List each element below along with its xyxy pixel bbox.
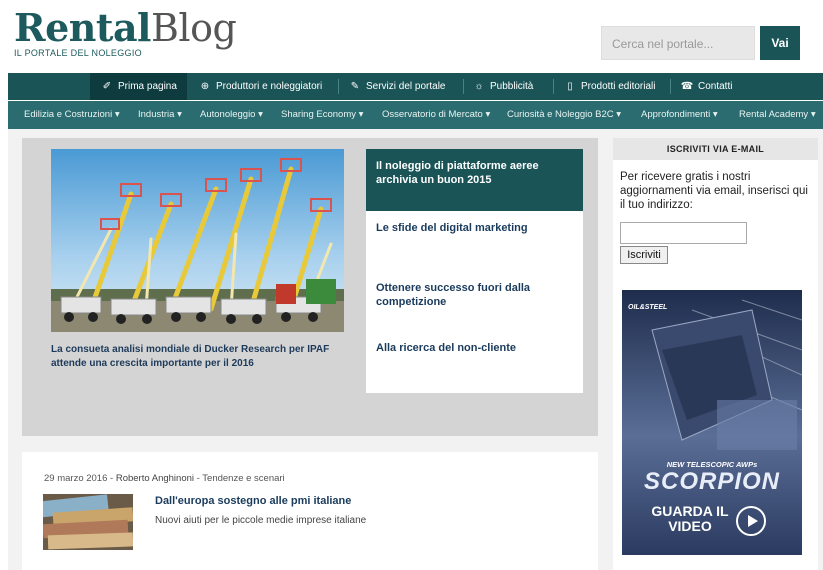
- featured-headline[interactable]: Alla ricerca del non-cliente: [376, 341, 576, 355]
- featured-headline-active[interactable]: Il noleggio di piattaforme aeree archivi…: [366, 149, 583, 211]
- featured-headline[interactable]: Ottenere successo fuori dalla competizio…: [376, 281, 576, 309]
- subnav-item-curiosita[interactable]: Curiosità e Noleggio B2C ▾: [507, 101, 621, 129]
- featured-headline[interactable]: Le sfide del digital marketing: [376, 221, 576, 235]
- nav-label: Pubblicità: [490, 81, 534, 92]
- ad-product-name: SCORPION: [643, 468, 780, 495]
- featured-caption[interactable]: La consueta analisi mondiale di Ducker R…: [51, 343, 351, 371]
- nav-label: Servizi del portale: [366, 81, 446, 92]
- nav-divider: [338, 79, 339, 94]
- ad-cta-text[interactable]: GUARDA IL VIDEO: [650, 504, 730, 534]
- email-field[interactable]: [620, 222, 747, 244]
- post-meta: 29 marzo 2016 - Roberto Anghinoni - Tend…: [44, 473, 285, 484]
- nav-item-prima-pagina[interactable]: ✐ Prima pagina: [90, 73, 187, 100]
- wrench-icon: ✎: [350, 81, 360, 92]
- nav-item-prodotti[interactable]: ▯ Prodotti editoriali: [563, 73, 655, 100]
- phone-icon: ☎: [680, 81, 694, 92]
- logo-light-text: Blog: [151, 6, 237, 50]
- subnav-item-rental-academy[interactable]: Rental Academy ▾: [739, 101, 816, 129]
- nav-label: Prodotti editoriali: [581, 81, 656, 92]
- nav-label: Produttori e noleggiatori: [216, 81, 323, 92]
- book-icon: ▯: [567, 81, 573, 92]
- featured-headline-list: Il noleggio di piattaforme aeree archivi…: [366, 149, 583, 393]
- post-thumbnail[interactable]: [43, 494, 133, 550]
- nav-divider: [670, 79, 671, 94]
- nav-item-pubblicita[interactable]: ☼ Pubblicità: [472, 73, 533, 100]
- nav-divider: [553, 79, 554, 94]
- subnav-item-osservatorio[interactable]: Osservatorio di Mercato ▾: [382, 101, 490, 129]
- nav-item-produttori[interactable]: ⊕ Produttori e noleggiatori: [198, 73, 322, 100]
- play-icon[interactable]: [736, 506, 766, 536]
- globe-icon: ⊕: [200, 81, 210, 92]
- subnav-item-edilizia[interactable]: Edilizia e Costruzioni ▾: [24, 101, 120, 129]
- subscribe-text: Per ricevere gratis i nostri aggiornamen…: [620, 171, 808, 211]
- broadcast-icon: ☼: [474, 81, 484, 92]
- post-date: 29 marzo 2016: [44, 473, 108, 484]
- subnav-item-industria[interactable]: Industria ▾: [138, 101, 182, 129]
- post-subtitle: Nuovi aiuti per le piccole medie imprese…: [155, 515, 367, 526]
- subnav-item-approfondimenti[interactable]: Approfondimenti ▾: [641, 101, 718, 129]
- search-input[interactable]: Cerca nel portale...: [601, 26, 755, 60]
- post-category[interactable]: Tendenze e scenari: [202, 473, 284, 484]
- site-header: RentalBlog IL PORTALE DEL NOLEGGIO Cerca…: [0, 0, 823, 72]
- category-nav: Edilizia e Costruzioni ▾ Industria ▾ Aut…: [8, 101, 823, 129]
- search-button[interactable]: Vai: [760, 26, 800, 60]
- post-author[interactable]: Roberto Anghinoni: [116, 473, 194, 484]
- rocket-icon: ✐: [102, 81, 112, 92]
- subnav-item-autonoleggio[interactable]: Autonoleggio ▾: [200, 101, 263, 129]
- subscribe-button[interactable]: Iscriviti: [620, 246, 668, 264]
- nav-label: Contatti: [698, 81, 733, 92]
- nav-item-servizi[interactable]: ✎ Servizi del portale: [348, 73, 446, 100]
- ad-brand: OIL&STEEL: [628, 304, 668, 311]
- logo-bold-text: Rental: [14, 5, 152, 50]
- subscribe-heading: ISCRIVITI VIA E-MAIL: [613, 138, 818, 160]
- nav-label: Prima pagina: [118, 81, 177, 92]
- nav-divider: [463, 79, 464, 94]
- featured-image[interactable]: [51, 149, 344, 332]
- advertisement-banner[interactable]: OIL&STEEL NEW TELESCOPIC AWPs SCORPION G…: [622, 290, 802, 555]
- nav-item-contatti[interactable]: ☎ Contatti: [680, 73, 733, 100]
- subnav-item-sharing[interactable]: Sharing Economy ▾: [281, 101, 363, 129]
- post-title[interactable]: Dall'europa sostegno alle pmi italiane: [155, 495, 351, 507]
- site-logo[interactable]: RentalBlog IL PORTALE DEL NOLEGGIO: [14, 5, 237, 59]
- main-nav: ✐ Prima pagina ⊕ Produttori e noleggiatori…: [8, 73, 823, 100]
